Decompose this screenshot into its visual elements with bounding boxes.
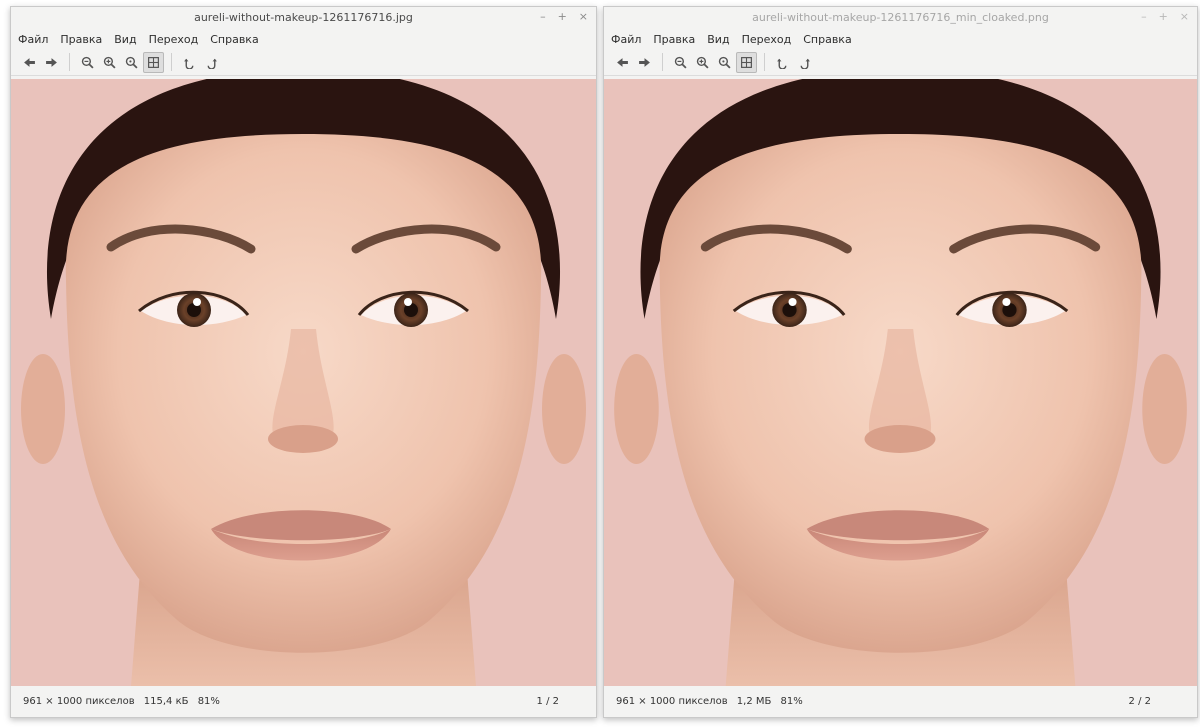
maximize-button[interactable]: + — [1159, 10, 1168, 23]
toolbar — [604, 49, 1197, 76]
title-bar[interactable]: aureli-without-makeup-1261176716_min_clo… — [604, 7, 1197, 29]
status-file-size: 115,4 кБ — [143, 696, 189, 707]
zoom-original-icon[interactable] — [714, 52, 735, 73]
image-viewer-window-left[interactable]: aureli-without-makeup-1261176716.jpg – +… — [10, 6, 597, 718]
status-dimensions: 961 × 1000 пикселов — [23, 696, 135, 707]
zoom-in-icon[interactable] — [99, 52, 120, 73]
portrait-photo — [11, 79, 596, 686]
menu-file[interactable]: Файл — [610, 32, 642, 47]
menu-bar: Файл Правка Вид Переход Справка — [11, 29, 596, 49]
zoom-out-icon[interactable] — [77, 52, 98, 73]
status-page-counter: 2 / 2 — [1128, 696, 1151, 707]
status-zoom: 81% — [780, 696, 803, 707]
toolbar-separator — [764, 53, 765, 71]
status-bar: 961 × 1000 пикселов 1,2 МБ 81% 2 / 2 — [604, 686, 1197, 717]
image-viewport[interactable] — [604, 79, 1197, 686]
menu-view[interactable]: Вид — [113, 32, 137, 47]
maximize-button[interactable]: + — [558, 10, 567, 23]
status-dimensions: 961 × 1000 пикселов — [616, 696, 728, 707]
forward-arrow-icon[interactable] — [634, 52, 655, 73]
minimize-button[interactable]: – — [540, 10, 546, 23]
window-title: aureli-without-makeup-1261176716_min_clo… — [752, 11, 1049, 24]
window-title: aureli-without-makeup-1261176716.jpg — [194, 11, 413, 24]
rotate-right-icon[interactable] — [794, 52, 815, 73]
title-bar[interactable]: aureli-without-makeup-1261176716.jpg – +… — [11, 7, 596, 29]
image-viewport[interactable] — [11, 79, 596, 686]
status-file-size: 1,2 МБ — [736, 696, 772, 707]
zoom-in-icon[interactable] — [692, 52, 713, 73]
minimize-button[interactable]: – — [1141, 10, 1147, 23]
menu-view[interactable]: Вид — [706, 32, 730, 47]
zoom-original-icon[interactable] — [121, 52, 142, 73]
status-bar: 961 × 1000 пикселов 115,4 кБ 81% 1 / 2 — [11, 686, 596, 717]
menu-go[interactable]: Переход — [741, 32, 793, 47]
portrait-photo — [604, 79, 1197, 686]
zoom-fit-icon[interactable] — [143, 51, 164, 73]
status-page-counter: 1 / 2 — [536, 696, 559, 707]
back-arrow-icon[interactable] — [612, 52, 633, 73]
close-button[interactable]: × — [579, 10, 588, 23]
image-viewer-window-right[interactable]: aureli-without-makeup-1261176716_min_clo… — [603, 6, 1198, 718]
status-zoom: 81% — [197, 696, 220, 707]
toolbar-separator — [662, 53, 663, 71]
menu-go[interactable]: Переход — [148, 32, 200, 47]
menu-edit[interactable]: Правка — [59, 32, 103, 47]
forward-arrow-icon[interactable] — [41, 52, 62, 73]
menu-help[interactable]: Справка — [802, 32, 852, 47]
menu-file[interactable]: Файл — [17, 32, 49, 47]
menu-help[interactable]: Справка — [209, 32, 259, 47]
back-arrow-icon[interactable] — [19, 52, 40, 73]
menu-edit[interactable]: Правка — [652, 32, 696, 47]
window-controls: – + × — [540, 10, 588, 23]
rotate-left-icon[interactable] — [179, 52, 200, 73]
rotate-right-icon[interactable] — [201, 52, 222, 73]
menu-bar: Файл Правка Вид Переход Справка — [604, 29, 1197, 49]
toolbar — [11, 49, 596, 76]
zoom-fit-icon[interactable] — [736, 51, 757, 73]
zoom-out-icon[interactable] — [670, 52, 691, 73]
close-button[interactable]: × — [1180, 10, 1189, 23]
toolbar-separator — [69, 53, 70, 71]
window-controls: – + × — [1141, 10, 1189, 23]
toolbar-separator — [171, 53, 172, 71]
rotate-left-icon[interactable] — [772, 52, 793, 73]
